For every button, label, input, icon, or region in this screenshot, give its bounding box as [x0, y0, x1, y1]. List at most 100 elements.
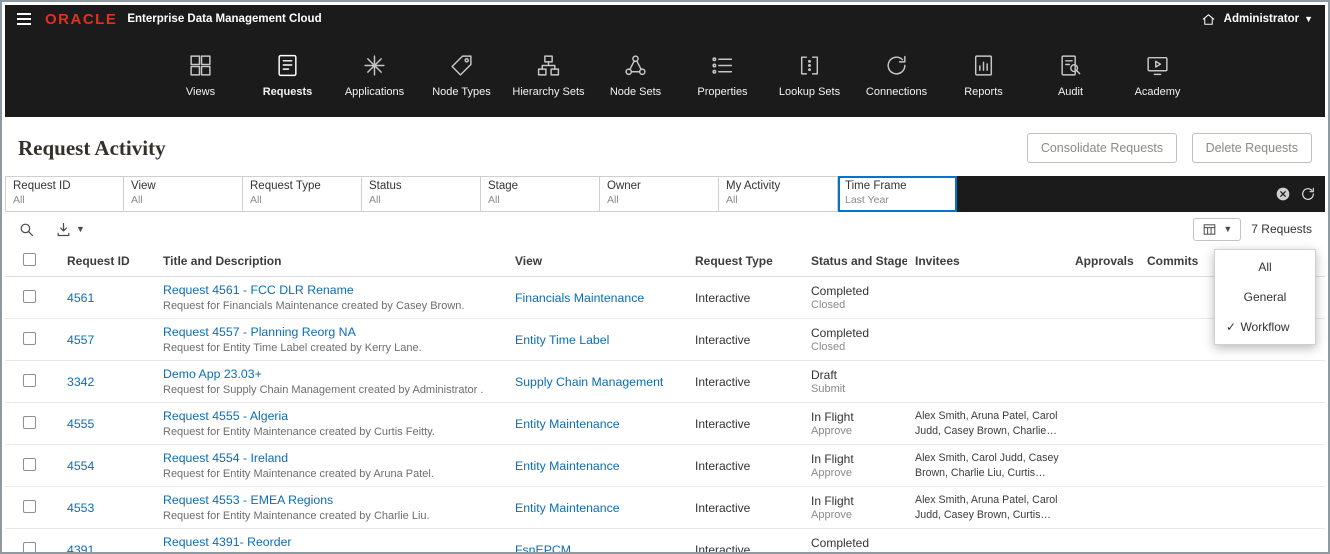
- filter-chip-time-frame[interactable]: Time Frame Last Year: [838, 176, 957, 212]
- column-header-request-type[interactable]: Request Type: [687, 246, 803, 277]
- row-checkbox[interactable]: [23, 499, 36, 513]
- nav-item-applications[interactable]: Applications: [331, 53, 418, 98]
- view-link[interactable]: FsnEPCM: [515, 543, 571, 553]
- table-row: 4553 Request 4553 - EMEA Regions Request…: [5, 486, 1325, 529]
- row-checkbox[interactable]: [23, 415, 36, 429]
- request-id-link[interactable]: 4557: [67, 333, 94, 347]
- request-count: 7 Requests: [1251, 222, 1312, 236]
- stage: Closed: [811, 341, 846, 353]
- invitees: Alex Smith, Aruna Patel, Carol Judd, Cas…: [915, 494, 1058, 521]
- nav-item-label: Requests: [262, 85, 313, 98]
- view-link[interactable]: Supply Chain Management: [515, 375, 663, 389]
- request-title-link[interactable]: Request 4561 - FCC DLR Rename: [163, 283, 354, 297]
- download-button[interactable]: ▼: [55, 221, 85, 238]
- nav-item-views[interactable]: Views: [157, 53, 244, 98]
- stage: Submit: [811, 383, 846, 395]
- request-type: Interactive: [695, 542, 751, 554]
- status: Completed: [811, 284, 870, 298]
- menu-item-workflow[interactable]: ✓ Workflow: [1215, 312, 1315, 342]
- filter-chip-request-type[interactable]: Request Type All: [243, 176, 362, 212]
- row-checkbox[interactable]: [23, 373, 36, 387]
- requests-icon: [275, 53, 300, 78]
- nav-item-hierarchy-sets[interactable]: Hierarchy Sets: [505, 53, 592, 98]
- delete-requests-button[interactable]: Delete Requests: [1191, 133, 1312, 163]
- column-header-title-and-description[interactable]: Title and Description: [155, 246, 507, 277]
- reports-icon: [971, 53, 996, 78]
- academy-icon: [1145, 53, 1170, 78]
- select-all-checkbox[interactable]: [23, 253, 36, 266]
- chevron-down-icon: ▼: [76, 224, 85, 234]
- nav-item-requests[interactable]: Requests: [244, 53, 331, 98]
- product-title: Enterprise Data Management Cloud: [127, 13, 322, 25]
- row-checkbox[interactable]: [23, 457, 36, 471]
- view-link[interactable]: Financials Maintenance: [515, 291, 644, 305]
- request-title-link[interactable]: Request 4557 - Planning Reorg NA: [163, 325, 356, 339]
- requests-table: Request ID Title and Description View Re…: [5, 246, 1325, 554]
- clear-filters-icon[interactable]: [1275, 186, 1291, 202]
- filter-chip-stage[interactable]: Stage All: [481, 176, 600, 212]
- nav-item-audit[interactable]: Audit: [1027, 53, 1114, 98]
- filter-chip-request-id[interactable]: Request ID All: [5, 176, 124, 212]
- filter-chip-view[interactable]: View All: [124, 176, 243, 212]
- hamburger-menu-icon[interactable]: [17, 13, 31, 25]
- view-link[interactable]: Entity Maintenance: [515, 417, 620, 431]
- oracle-logo: ORACLE: [45, 10, 118, 28]
- home-icon[interactable]: [1201, 12, 1216, 27]
- user-menu[interactable]: Administrator ▼: [1224, 13, 1313, 25]
- row-checkbox[interactable]: [23, 289, 36, 303]
- filter-chip-my-activity[interactable]: My Activity All: [719, 176, 838, 212]
- view-link[interactable]: Entity Maintenance: [515, 459, 620, 473]
- nav-item-node-types[interactable]: Node Types: [418, 53, 505, 98]
- request-title-link[interactable]: Request 4554 - Ireland: [163, 451, 288, 465]
- request-id-link[interactable]: 4391: [67, 543, 94, 553]
- nav-item-label: Node Sets: [609, 85, 662, 98]
- download-icon: [55, 221, 72, 238]
- hierarchy-sets-icon: [536, 53, 561, 78]
- row-checkbox[interactable]: [23, 541, 36, 552]
- request-id-link[interactable]: 3342: [67, 375, 94, 389]
- status: Completed: [811, 326, 870, 340]
- nav-item-reports[interactable]: Reports: [940, 53, 1027, 98]
- node-sets-icon: [623, 53, 648, 78]
- refresh-icon[interactable]: [1300, 186, 1316, 202]
- request-id-link[interactable]: 4553: [67, 501, 94, 515]
- column-header-view[interactable]: View: [507, 246, 687, 277]
- consolidate-requests-button[interactable]: Consolidate Requests: [1026, 133, 1178, 163]
- status: In Flight: [811, 452, 854, 466]
- request-id-link[interactable]: 4554: [67, 459, 94, 473]
- column-header-status-and-stage[interactable]: Status and Stage: [803, 246, 907, 277]
- status: Completed: [811, 536, 870, 550]
- request-type: Interactive: [695, 290, 751, 305]
- request-title-link[interactable]: Demo App 23.03+: [163, 367, 262, 381]
- column-filter-button[interactable]: ▼: [1193, 217, 1242, 241]
- nav-item-node-sets[interactable]: Node Sets: [592, 53, 679, 98]
- menu-item-all[interactable]: ✓ All: [1215, 252, 1315, 282]
- views-icon: [188, 53, 213, 78]
- nav-item-connections[interactable]: Connections: [853, 53, 940, 98]
- table-row: 4561 Request 4561 - FCC DLR Rename Reque…: [5, 276, 1325, 319]
- request-title-link[interactable]: Request 4391- Reorder: [163, 535, 292, 549]
- filter-chip-owner[interactable]: Owner All: [600, 176, 719, 212]
- filter-chip-status[interactable]: Status All: [362, 176, 481, 212]
- nav-item-academy[interactable]: Academy: [1114, 53, 1201, 98]
- menu-item-general[interactable]: ✓ General: [1215, 282, 1315, 312]
- chevron-down-icon: ▼: [1304, 14, 1313, 24]
- request-title-link[interactable]: Request 4555 - Algeria: [163, 409, 288, 423]
- stage: Approve: [811, 509, 852, 521]
- nav-item-label: Academy: [1134, 85, 1181, 98]
- request-id-link[interactable]: 4555: [67, 417, 94, 431]
- nav-item-properties[interactable]: Properties: [679, 53, 766, 98]
- filter-chip-label: My Activity: [726, 180, 781, 192]
- invitees: Alex Smith, Aruna Patel, Carol Judd, Cas…: [915, 410, 1058, 437]
- nav-item-lookup-sets[interactable]: Lookup Sets: [766, 53, 853, 98]
- column-header-request-id[interactable]: Request ID: [59, 246, 155, 277]
- row-checkbox[interactable]: [23, 331, 36, 345]
- request-title-link[interactable]: Request 4553 - EMEA Regions: [163, 493, 333, 507]
- request-id-link[interactable]: 4561: [67, 291, 94, 305]
- view-link[interactable]: Entity Time Label: [515, 333, 609, 347]
- checkmark-icon: ✓: [1226, 320, 1237, 334]
- search-icon[interactable]: [18, 221, 35, 238]
- column-header-invitees[interactable]: Invitees: [907, 246, 1067, 277]
- view-link[interactable]: Entity Maintenance: [515, 501, 620, 515]
- column-header-approvals[interactable]: Approvals: [1067, 246, 1139, 277]
